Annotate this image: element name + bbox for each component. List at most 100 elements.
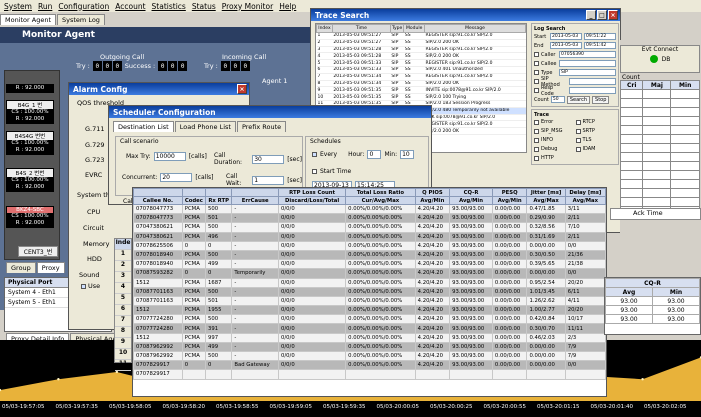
close-icon[interactable]: × — [608, 10, 618, 20]
concurrent-input[interactable]: 20 — [160, 173, 193, 182]
end-time-input[interactable]: 09:51:42 — [584, 42, 616, 49]
trace-option-checkbox[interactable] — [534, 119, 539, 125]
trace-option-checkbox[interactable] — [575, 119, 581, 125]
hour-input[interactable]: 0 — [367, 150, 382, 159]
sip-method-checkbox[interactable] — [534, 79, 539, 84]
table-row[interactable]: 9 2013-05-03 09:51:35 SIP SS INVITE sip:0078… — [316, 86, 526, 95]
column-header[interactable]: Avg/Min — [491, 196, 528, 205]
table-row[interactable]: 07087962992 PCMA 500-0/0/0 0.00%/0.00%/0.00… — [133, 350, 606, 362]
menu-item-account[interactable]: Account — [115, 2, 145, 11]
column-header[interactable]: Avg/Min — [414, 196, 451, 205]
index-item[interactable]: 11 — [115, 360, 131, 371]
every-checkbox[interactable] — [312, 152, 317, 157]
column-header[interactable]: Time — [331, 24, 391, 33]
agent-card[interactable]: B4S4G 번번 CS : 100.00% R : 92.000 — [6, 131, 54, 155]
tab-prefix-route[interactable]: Prefix Route — [236, 121, 287, 132]
cent-agent-button[interactable]: CENT3_번 — [18, 246, 58, 257]
table-row[interactable]: 07087593282 0 0 Temporarily 0/0/0 0.00%/0.00%… — [133, 268, 606, 279]
index-item[interactable]: 5 — [115, 294, 131, 305]
start-time-input[interactable]: 09:51:22 — [584, 33, 616, 40]
table-row[interactable]: 07078047773 PCMA 500-0/0/0 0.00%/0.00%/0.00… — [133, 203, 606, 215]
trace-option[interactable]: RTCP — [575, 118, 617, 126]
type-checkbox[interactable] — [534, 70, 539, 75]
end-date-input[interactable]: 2013-05-03 — [550, 42, 582, 49]
sip-method-select[interactable] — [569, 78, 616, 85]
trace-option-checkbox[interactable] — [575, 128, 581, 134]
column-header[interactable]: Callee No. — [133, 196, 183, 205]
column-header[interactable]: Avg/Max — [564, 196, 606, 205]
table-row[interactable]: 07078625506 0 0-0/0/0 0.00%/0.00%/0.00% 4.20… — [133, 240, 606, 251]
trace-option-checkbox[interactable] — [575, 137, 581, 143]
table-row[interactable]: 07087701163 PCMA 500-0/0/0 0.00%/0.00%/0.00… — [133, 286, 606, 297]
table-row[interactable]: 07078018940 PCMA 499-0/0/0 0.00%/0.00%/0.00… — [133, 259, 606, 270]
table-row[interactable]: 4 2013-05-03 09:51:28 SIP SS SIP/2.0 200 OK — [316, 52, 526, 61]
tab-system-log[interactable]: System Log — [57, 14, 105, 25]
column-header[interactable]: ErrCause — [231, 196, 280, 205]
column-header[interactable]: Index — [316, 24, 333, 33]
agent-card[interactable]: B4G_1 번 CS : 100.00% R : 92.000 — [6, 100, 54, 124]
caller-input[interactable]: 07056390 — [559, 51, 616, 58]
index-item[interactable]: 7 — [115, 316, 131, 327]
table-row[interactable]: 1512 PCMA 1955-0/0/0 0.00%/0.00%/0.00% 4.20/… — [133, 305, 606, 316]
max-try-input[interactable]: 10000 — [153, 152, 186, 161]
index-item[interactable]: 1 — [115, 250, 131, 261]
stop-button[interactable]: Stop — [592, 95, 610, 104]
trace-option[interactable]: HTTP — [534, 154, 575, 162]
trace-option-checkbox[interactable] — [534, 155, 539, 161]
index-item[interactable]: 3 — [115, 272, 131, 283]
column-header[interactable]: Rx RTP — [204, 196, 233, 205]
trace-option-checkbox[interactable] — [534, 128, 539, 134]
min-input[interactable]: 10 — [400, 150, 415, 159]
callee-checkbox[interactable] — [534, 61, 539, 66]
minimize-icon[interactable]: _ — [586, 10, 596, 20]
table-row[interactable]: 6 2013-05-03 09:51:33 SIP SS SIP/2.0 401 Una… — [316, 66, 526, 74]
search-button[interactable]: Search — [566, 95, 591, 104]
index-item[interactable]: 2 — [115, 261, 131, 272]
table-row[interactable]: 5 2013-05-03 09:51:33 SIP SS REGISTER sip:91… — [316, 59, 526, 67]
table-row[interactable]: 1 2013-05-03 09:51:27 SIP SS REGISTER sip:91… — [316, 32, 526, 40]
tab-group[interactable]: Group — [6, 262, 36, 273]
trace-option-checkbox[interactable] — [534, 146, 539, 152]
table-row[interactable]: 1512 PCMA 997-0/0/0 0.00%/0.00%/0.00% 4.20/4… — [133, 332, 606, 343]
table-row[interactable]: 2 2013-05-03 09:51:27 SIP SS SIP/2.0 200 OK — [316, 39, 526, 47]
trace-option[interactable]: SIP_MSG — [534, 127, 575, 135]
index-item[interactable]: 9 — [115, 338, 131, 349]
tab-proxy[interactable]: Proxy — [36, 262, 65, 273]
index-item[interactable]: 8 — [115, 327, 131, 338]
resp-code-checkbox[interactable] — [534, 88, 539, 93]
table-row[interactable]: 07078047773 PCMA 501-0/0/0 0.00%/0.00%/0.00… — [133, 213, 606, 224]
agent-card-alarm[interactable]: BKZ4-SBC CS : 100.00% R : 92.000 — [6, 206, 54, 228]
type-select[interactable]: SIP — [559, 69, 616, 76]
column-header[interactable]: Message — [424, 24, 526, 33]
table-row[interactable]: 07047380621 PCMA 500-0/0/0 0.00%/0.00%/0.00… — [133, 222, 606, 233]
table-row[interactable]: 07078018940 PCMA 500-0/0/0 0.00%/0.00%/0.00… — [133, 249, 606, 261]
column-header[interactable]: Type — [389, 24, 405, 33]
table-row[interactable]: 7 2013-05-03 09:51:34 SIP SS REGISTER sip:91… — [316, 73, 526, 81]
trace-option-checkbox[interactable] — [575, 146, 581, 152]
tab-load-phone-list[interactable]: Load Phone List — [174, 121, 236, 132]
use-sound-checkbox[interactable] — [81, 283, 86, 289]
column-header[interactable]: Avg/Min — [449, 196, 493, 205]
table-row[interactable]: 07087701163 PCMA 501-0/0/0 0.00%/0.00%/0.00… — [133, 295, 606, 307]
index-item[interactable]: 6 — [115, 305, 131, 316]
trace-option[interactable]: IDAM — [575, 145, 617, 153]
column-header[interactable]: Cur/Avg/Max — [345, 196, 416, 205]
table-row[interactable]: 0707829917 0 0 Bad Gateway 0/0/0 0.00%/0.00%/… — [133, 360, 606, 371]
menu-item-system[interactable]: System — [4, 2, 32, 11]
menu-item-help[interactable]: Help — [279, 2, 296, 11]
trace-option[interactable]: SRTP — [575, 127, 617, 135]
table-row[interactable]: 8 2013-05-03 09:51:34 SIP SS SIP/2.0 200 OK — [316, 80, 526, 88]
resp-code-input[interactable] — [569, 87, 616, 94]
menu-item-status[interactable]: Status — [192, 2, 216, 11]
menu-item-proxy-monitor[interactable]: Proxy Monitor — [222, 2, 273, 11]
menu-item-run[interactable]: Run — [38, 2, 52, 11]
start-date-input[interactable]: 2013-05-03 — [550, 33, 582, 40]
trace-option[interactable]: Error — [534, 118, 575, 126]
table-row[interactable]: 07077724280 PCMA 391-0/0/0 0.00%/0.00%/0.00… — [133, 323, 606, 334]
menu-item-configuration[interactable]: Configuration — [58, 2, 109, 11]
count-input[interactable]: 50 — [550, 96, 565, 103]
table-row[interactable]: 3 2013-05-03 09:51:28 SIP SS REGISTER sip:91… — [316, 46, 526, 54]
table-row[interactable]: 0707829917 — [133, 369, 606, 380]
table-row[interactable]: 07077724280 PCMA 500-0/0/0 0.00%/0.00%/0.00… — [133, 314, 606, 325]
trace-option-checkbox[interactable] — [534, 137, 539, 143]
